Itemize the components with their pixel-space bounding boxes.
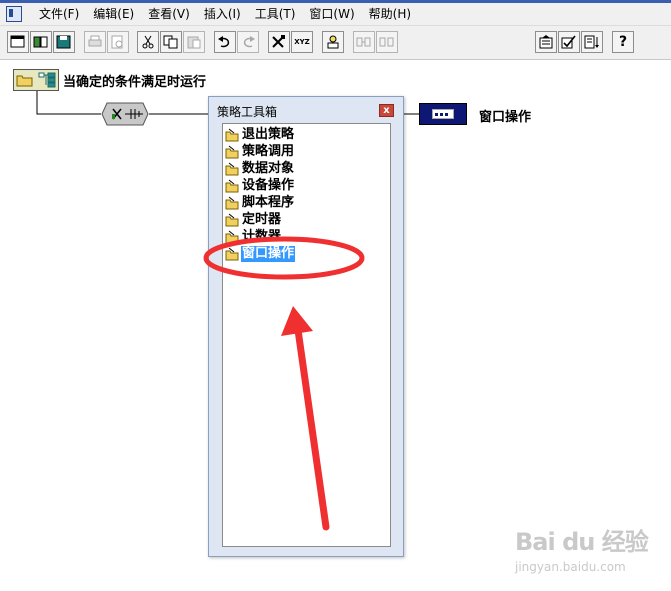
grid2-icon [379,37,394,47]
toolbox-item-window-operation[interactable]: 窗口操作 [225,246,296,262]
grid2-button[interactable] [376,31,398,53]
toolbox-item-device-operation[interactable]: 设备操作 [225,178,295,194]
new-window-button[interactable] [7,31,29,53]
menu-edit[interactable]: 编辑(E) [86,3,141,25]
close-icon: x [383,105,390,116]
open-icon [33,36,48,48]
toolbox-list[interactable]: 退出策略 策略调用 数据对象 设备操作 脚本程序 定时器 计数器 窗口操作 [222,123,391,547]
folder-icon [225,128,239,142]
menu-insert[interactable]: 插入(I) [197,3,248,25]
redo-button[interactable] [237,31,259,53]
condition-node[interactable] [101,102,149,126]
paste-button[interactable] [183,31,205,53]
toolbox-item-script-program[interactable]: 脚本程序 [225,195,295,211]
folder-icon [225,213,239,227]
toolbox-item-label: 设备操作 [242,178,295,193]
app-system-icon[interactable] [6,6,22,22]
folder-icon [225,162,239,176]
copy-button[interactable] [160,31,182,53]
menu-bar: 文件(F) 编辑(E) 查看(V) 插入(I) 工具(T) 窗口(W) 帮助(H… [0,3,671,26]
cut-icon [142,35,154,49]
toolbox-item-counter[interactable]: 计数器 [225,229,282,245]
baidu-jingyan-watermark: Bai du 经验 jingyan.baidu.com [515,522,649,574]
toolbox-item-data-object[interactable]: 数据对象 [225,161,295,177]
toolbox-item-label: 定时器 [242,212,282,227]
window-operation-label: 窗口操作 [479,110,532,125]
print-icon [88,35,102,47]
toolbox-item-strategy-call[interactable]: 策略调用 [225,144,295,160]
help-icon: ? [618,34,628,50]
sort-icon [584,35,599,49]
root-condition-label: 当确定的条件满足时运行 [63,75,207,90]
cut-button[interactable] [137,31,159,53]
folder-icon [225,196,239,210]
watermark-url: jingyan.baidu.com [515,560,626,574]
strategy-root-node[interactable] [13,69,59,91]
strategy-button[interactable] [322,31,344,53]
check-button[interactable] [558,31,580,53]
grid-icon [356,37,371,47]
toolbar: XYZ ? [0,26,671,60]
folder-icon [225,145,239,159]
menu-window[interactable]: 窗口(W) [302,3,361,25]
toolbox-item-label: 脚本程序 [242,195,295,210]
watermark-brand: Bai du 经验 [515,528,649,556]
properties-button[interactable] [535,31,557,53]
new-window-icon [10,35,25,48]
menu-view[interactable]: 查看(V) [141,3,197,25]
strategy-icon [327,35,339,49]
copy-icon [163,35,178,49]
print-button[interactable] [84,31,106,53]
check-icon [561,35,576,49]
print-preview-button[interactable] [107,31,129,53]
help-button[interactable]: ? [612,31,634,53]
tools-icon [272,35,285,48]
toolbox-item-label: 数据对象 [242,161,295,176]
toolbox-item-exit-strategy[interactable]: 退出策略 [225,127,295,143]
menu-help[interactable]: 帮助(H) [362,3,418,25]
folder-icon [225,230,239,244]
window-operation-node[interactable] [419,103,467,125]
save-icon [56,35,71,49]
sort-button[interactable] [581,31,603,53]
toolbox-title: 策略工具箱 [217,105,278,119]
open-button[interactable] [30,31,52,53]
toolbox-item-label: 退出策略 [242,127,295,142]
close-button[interactable]: x [379,104,394,117]
redo-icon [243,36,255,48]
paste-icon [187,36,201,49]
toolbox-item-label: 窗口操作 [241,246,296,262]
undo-button[interactable] [214,31,236,53]
xyz-button[interactable]: XYZ [291,31,313,53]
window-operation-icon [432,109,454,119]
toolbox-item-timer[interactable]: 定时器 [225,212,282,228]
folder-icon [225,179,239,193]
condition-tree-icon [38,72,56,88]
toolbox-item-label: 策略调用 [242,144,295,159]
folder-icon [225,247,239,261]
menu-file[interactable]: 文件(F) [32,3,86,25]
undo-icon [218,36,230,48]
tools-button[interactable] [268,31,290,53]
toolbox-item-label: 计数器 [242,229,282,244]
folder-icon [16,75,33,87]
menu-tools[interactable]: 工具(T) [248,3,303,25]
strategy-toolbox-dialog: 策略工具箱 x 退出策略 策略调用 数据对象 设备操作 脚本程序 定时器 计数器… [208,96,404,557]
grid-button[interactable] [353,31,375,53]
properties-icon [539,35,553,49]
print-preview-icon [111,35,123,49]
save-button[interactable] [53,31,75,53]
xyz-icon: XYZ [294,37,310,46]
